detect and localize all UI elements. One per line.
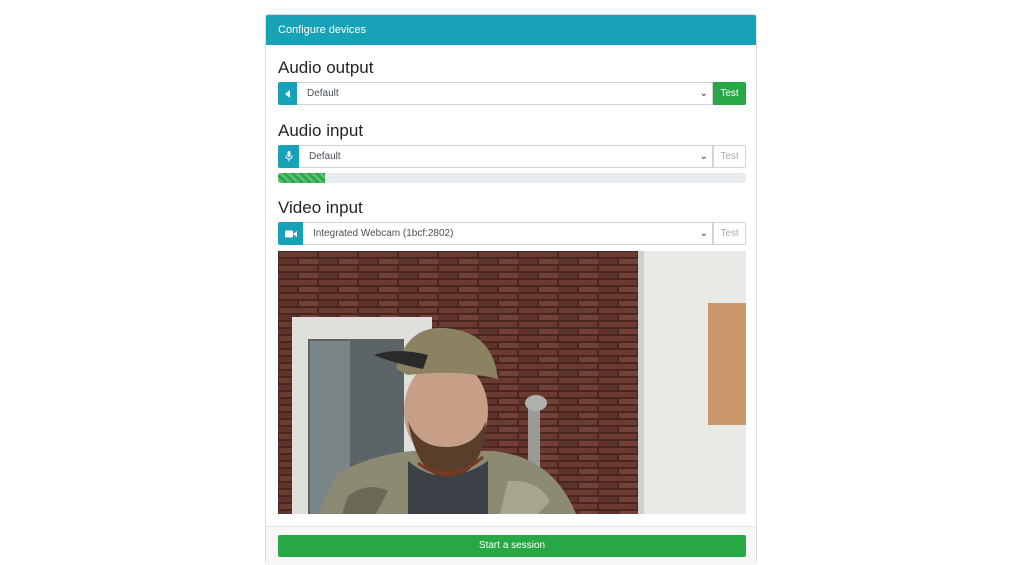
audio-output-title: Audio output	[278, 58, 374, 77]
audio-output-select[interactable]: Default ⌄	[297, 82, 713, 105]
audio-input-group: Default ⌄ Test	[278, 145, 746, 168]
audio-input-select[interactable]: Default ⌄	[299, 145, 713, 168]
webcam-frame-image	[278, 251, 746, 514]
audio-output-group: Default ⌄ Test	[278, 82, 746, 105]
chevron-down-icon: ⌄	[699, 88, 708, 99]
video-input-test-button[interactable]: Test	[713, 222, 746, 245]
microphone-icon	[278, 145, 299, 168]
card-header: Configure devices	[266, 15, 756, 45]
configure-devices-card: Configure devices Audio output Default ⌄…	[265, 14, 757, 565]
audio-level-meter	[278, 173, 746, 183]
audio-input-selected: Default	[309, 151, 341, 162]
audio-input-title: Audio input	[278, 121, 364, 140]
audio-level-fill	[278, 173, 325, 183]
video-input-select[interactable]: Integrated Webcam (1bcf:2802) ⌄	[303, 222, 713, 245]
video-camera-icon	[278, 222, 303, 245]
video-input-selected: Integrated Webcam (1bcf:2802)	[313, 228, 454, 239]
video-input-group: Integrated Webcam (1bcf:2802) ⌄ Test	[278, 222, 746, 245]
audio-output-test-button[interactable]: Test	[713, 82, 746, 105]
audio-input-test-button[interactable]: Test	[713, 145, 746, 168]
card-footer: Start a session	[266, 526, 756, 565]
speaker-icon	[278, 82, 297, 105]
video-preview	[278, 251, 746, 514]
chevron-down-icon: ⌄	[699, 228, 708, 239]
start-session-button[interactable]: Start a session	[278, 535, 746, 557]
video-input-title: Video input	[278, 198, 363, 217]
audio-output-selected: Default	[307, 88, 339, 99]
chevron-down-icon: ⌄	[699, 151, 708, 162]
